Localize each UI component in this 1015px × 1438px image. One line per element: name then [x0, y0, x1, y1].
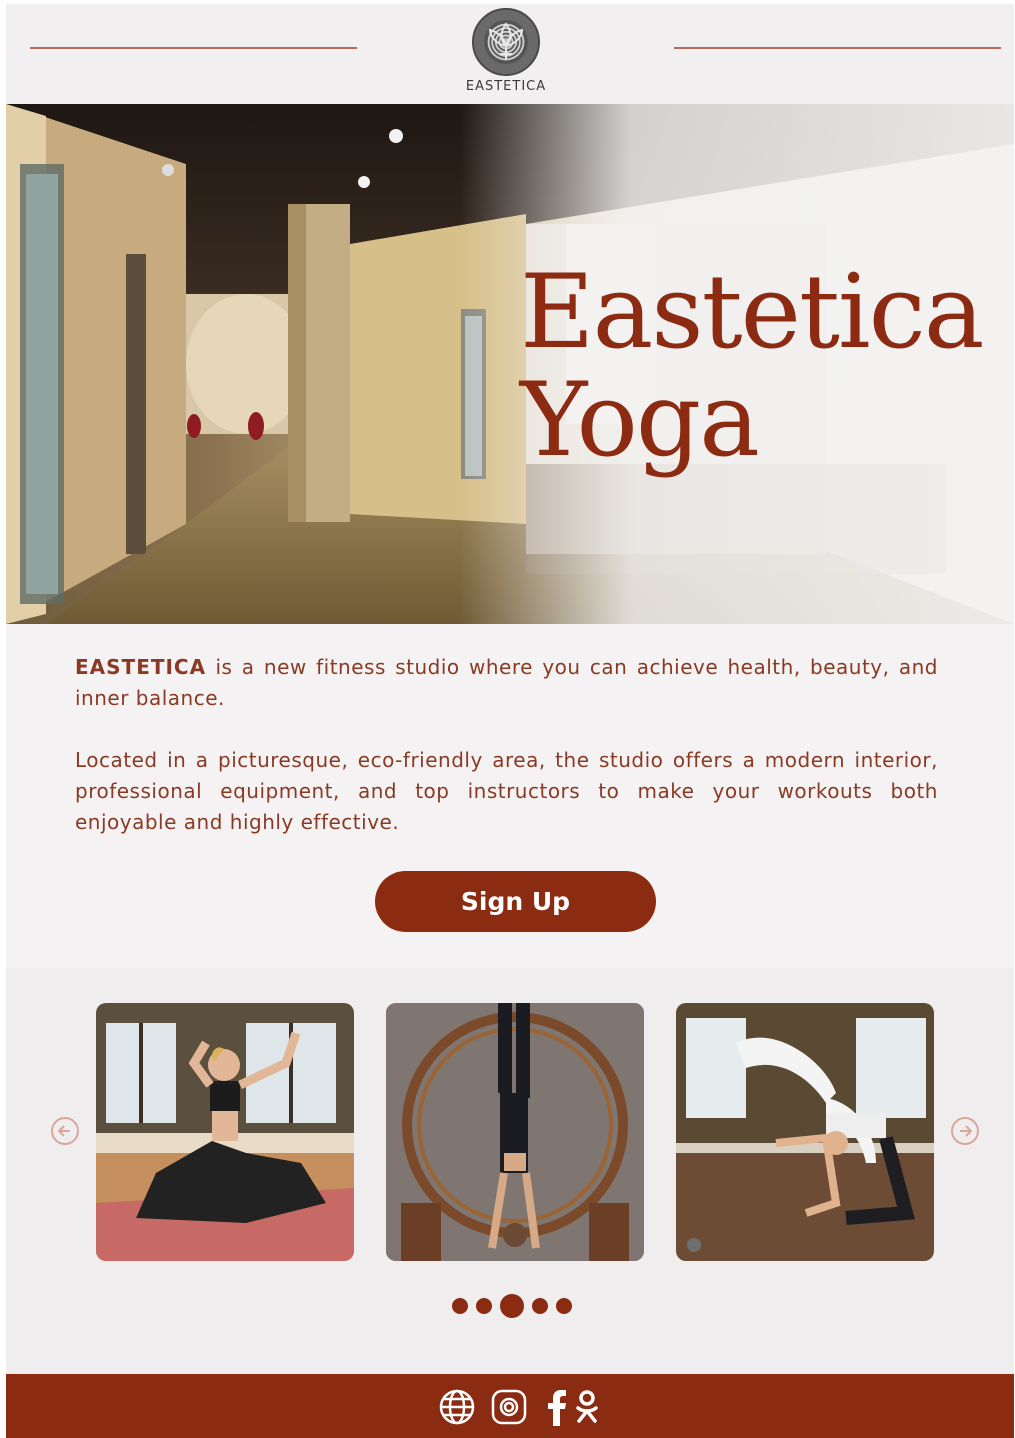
- header-divider-left: [30, 47, 357, 49]
- pagination-dot-3-active[interactable]: [500, 1294, 524, 1318]
- yoga-photo-1: [96, 1003, 354, 1261]
- hero-banner: Eastetica Yoga: [6, 104, 1014, 624]
- pagination-dot-4[interactable]: [532, 1298, 548, 1314]
- lotus-logo-icon[interactable]: [472, 8, 540, 76]
- signup-button[interactable]: Sign Up: [375, 871, 656, 932]
- hero-title: Eastetica Yoga: [520, 253, 985, 480]
- odnoklassniki-icon[interactable]: [568, 1388, 606, 1426]
- globe-icon[interactable]: [438, 1388, 476, 1426]
- pagination-dot-2[interactable]: [476, 1298, 492, 1314]
- footer: [6, 1374, 1014, 1438]
- photo-carousel: [6, 968, 1014, 1374]
- hero-title-line1: Eastetica: [520, 253, 985, 372]
- intro-brand: EASTETICA: [75, 655, 207, 679]
- header-divider-right: [674, 47, 1001, 49]
- carousel-slide-3[interactable]: [676, 1003, 934, 1261]
- email-page: EASTETICA Eastetica Yoga EASTETICA is a …: [6, 4, 1014, 1438]
- carousel-slide-1[interactable]: [96, 1003, 354, 1261]
- carousel-pagination: [452, 1292, 572, 1320]
- yoga-photo-3: [676, 1003, 934, 1261]
- hero-title-line2: Yoga: [520, 361, 760, 480]
- pagination-dot-1[interactable]: [452, 1298, 468, 1314]
- instagram-icon[interactable]: [490, 1388, 528, 1426]
- header: EASTETICA: [6, 4, 1014, 104]
- arrow-right-circle-icon[interactable]: [950, 1116, 980, 1146]
- pagination-dot-5[interactable]: [556, 1298, 572, 1314]
- carousel-slide-2[interactable]: [386, 1003, 644, 1261]
- brand-name: EASTETICA: [465, 79, 547, 94]
- intro-paragraph-1: EASTETICA is a new fitness studio where …: [75, 652, 938, 714]
- intro-paragraph-2: Located in a picturesque, eco-friendly a…: [75, 748, 938, 834]
- arrow-left-circle-icon[interactable]: [50, 1116, 80, 1146]
- yoga-photo-2: [386, 1003, 644, 1261]
- intro-text: EASTETICA is a new fitness studio where …: [75, 652, 938, 869]
